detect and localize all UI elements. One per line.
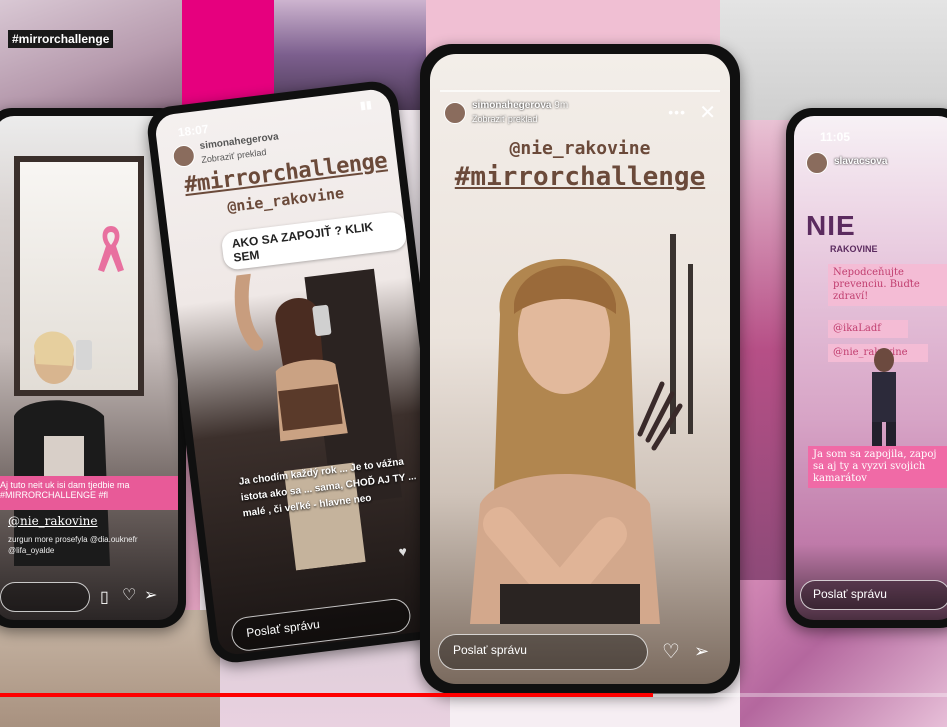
story-screen: 11:05 slavacsova NIE RAKOVINE Nepodceňuj… bbox=[794, 116, 947, 620]
story-progress-bar bbox=[440, 90, 720, 92]
phone-center: simonahegerova 9m Zobraziť preklad ••• ✕… bbox=[420, 44, 740, 694]
message-input[interactable]: Poslať správu bbox=[438, 634, 648, 670]
person-photo bbox=[234, 267, 402, 571]
status-time: 11:05 bbox=[820, 130, 851, 144]
logo-subtext: RAKOVINE bbox=[830, 244, 878, 254]
close-icon[interactable]: ✕ bbox=[699, 100, 716, 125]
collage-tile: #mirrorchallenge bbox=[0, 0, 182, 110]
collage-tile bbox=[182, 0, 274, 110]
heart-icon: ♥ bbox=[397, 542, 408, 560]
story-screen: Aj tuto neit uk isi dam tjedbie ma #MIRR… bbox=[0, 116, 178, 620]
translate-link[interactable]: Zobraziť preklad bbox=[472, 114, 537, 124]
story-username[interactable]: simonahegerova 9m bbox=[472, 100, 568, 111]
message-placeholder: Poslať správu bbox=[813, 587, 887, 601]
mention-link[interactable]: @nie_rakovine bbox=[8, 514, 98, 528]
person-photo bbox=[470, 234, 693, 624]
mention-text: @nie_rakovine bbox=[509, 138, 651, 159]
heart-icon[interactable]: ♡ bbox=[662, 642, 680, 662]
message-placeholder: Poslať správu bbox=[453, 643, 527, 657]
video-progress-bar[interactable] bbox=[0, 693, 947, 697]
send-icon[interactable]: ➢ bbox=[694, 642, 709, 660]
person-photo bbox=[14, 331, 110, 566]
battery-icon: ▮▮ bbox=[359, 98, 373, 113]
video-frame: #mirrorchallenge Aj tuto neit uk isi dam… bbox=[0, 0, 947, 727]
story-screen: simonahegerova 9m Zobraziť preklad ••• ✕… bbox=[430, 54, 730, 684]
pink-ribbon-icon bbox=[98, 226, 124, 272]
phone-right: 11:05 slavacsova NIE RAKOVINE Nepodceňuj… bbox=[786, 108, 947, 628]
message-input[interactable]: Poslať správu bbox=[800, 580, 947, 610]
video-progress-fill bbox=[0, 693, 654, 697]
mention-box[interactable]: @ikaLadf bbox=[828, 320, 908, 338]
story-text: zurgun more prosefyla @dia.ouknefr @lifa… bbox=[8, 535, 138, 555]
message-placeholder: Poslať správu bbox=[245, 617, 321, 640]
story-text-box: Ja som sa zapojila, zapoj sa aj ty a vyz… bbox=[808, 446, 947, 488]
story-banner: Aj tuto neit uk isi dam tjedbie ma #MIRR… bbox=[0, 476, 178, 510]
status-time: 18:07 bbox=[177, 121, 210, 140]
send-icon[interactable]: ➢ bbox=[144, 588, 157, 604]
collage-hashtag: #mirrorchallenge bbox=[8, 30, 114, 48]
hashtag-text: #mirrorchallenge bbox=[454, 162, 706, 192]
collage-tile bbox=[720, 0, 947, 120]
message-input[interactable] bbox=[0, 582, 90, 612]
avatar[interactable] bbox=[171, 143, 197, 169]
username-text: simonahegerova bbox=[472, 100, 552, 111]
avatar[interactable] bbox=[444, 102, 466, 124]
story-username[interactable]: slavacsova bbox=[834, 156, 887, 167]
story-username[interactable]: simonahegerova bbox=[199, 131, 279, 152]
story-text-box: Nepodceňujte prevenciu. Buďte zdraví! bbox=[828, 264, 947, 306]
copy-icon[interactable]: ▯ bbox=[100, 590, 109, 606]
more-options-icon[interactable]: ••• bbox=[668, 104, 686, 120]
heart-icon[interactable]: ♡ bbox=[122, 588, 136, 604]
avatar[interactable] bbox=[806, 152, 828, 174]
logo-text: NIE bbox=[806, 210, 856, 241]
time-ago: 9m bbox=[554, 100, 569, 111]
